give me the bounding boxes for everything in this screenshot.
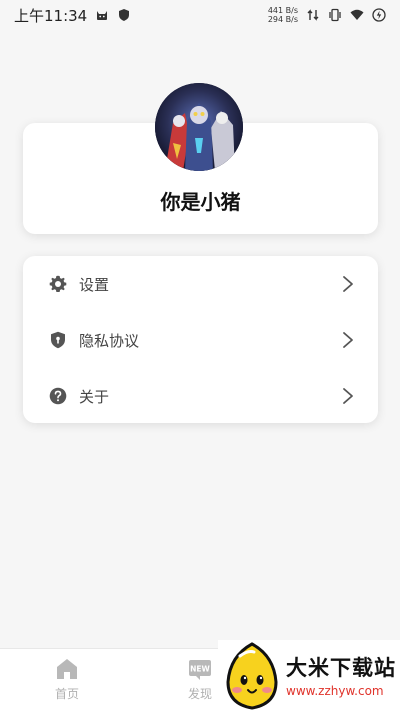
network-speed: 441 B/s 294 B/s bbox=[268, 6, 298, 24]
chevron-right-icon bbox=[343, 332, 353, 348]
status-time: 上午11:34 bbox=[14, 6, 88, 25]
username: 你是小猪 bbox=[160, 190, 241, 214]
new-badge-icon: NEW bbox=[189, 660, 211, 680]
net-down-speed: 294 B/s bbox=[267, 15, 298, 24]
nav-item-home[interactable]: 首页 bbox=[37, 657, 97, 702]
svg-text:NEW: NEW bbox=[190, 665, 210, 674]
nav-label: 首页 bbox=[54, 687, 79, 701]
menu-item-settings[interactable]: 设置 bbox=[23, 256, 378, 312]
vibrate-icon bbox=[329, 8, 341, 22]
menu-item-privacy[interactable]: 隐私协议 bbox=[23, 312, 378, 368]
status-bar-left: 上午11:34 bbox=[14, 5, 131, 26]
data-arrows-icon bbox=[307, 9, 319, 21]
home-icon bbox=[57, 659, 77, 679]
wifi-icon bbox=[350, 9, 364, 20]
mascot-logo-icon bbox=[226, 642, 278, 710]
watermark-url: www.zzhyw.com bbox=[286, 684, 384, 698]
shield-icon bbox=[119, 9, 130, 21]
shield-icon bbox=[51, 331, 65, 349]
notification-cat-icon bbox=[97, 11, 108, 20]
avatar-image bbox=[155, 83, 243, 171]
question-icon bbox=[49, 387, 67, 405]
chevron-right-icon bbox=[343, 388, 353, 404]
status-bar-right: 441 B/s 294 B/s bbox=[268, 6, 386, 24]
battery-charging-icon bbox=[372, 8, 386, 22]
menu-item-label: 隐私协议 bbox=[79, 331, 140, 350]
menu-item-about[interactable]: 关于 bbox=[23, 368, 378, 424]
chevron-right-icon bbox=[343, 276, 353, 292]
status-bar: 上午11:34 441 B/s 294 B/s bbox=[0, 0, 400, 30]
menu-card: 设置 隐私协议 关于 bbox=[23, 256, 378, 423]
avatar[interactable] bbox=[155, 83, 243, 171]
watermark-title: 大米下载站 bbox=[286, 656, 396, 680]
net-up-speed: 441 B/s bbox=[267, 6, 298, 15]
menu-item-label: 设置 bbox=[79, 275, 110, 294]
watermark: 大米下载站 www.zzhyw.com bbox=[218, 640, 400, 710]
gear-icon bbox=[49, 275, 67, 292]
menu-item-label: 关于 bbox=[79, 387, 110, 406]
